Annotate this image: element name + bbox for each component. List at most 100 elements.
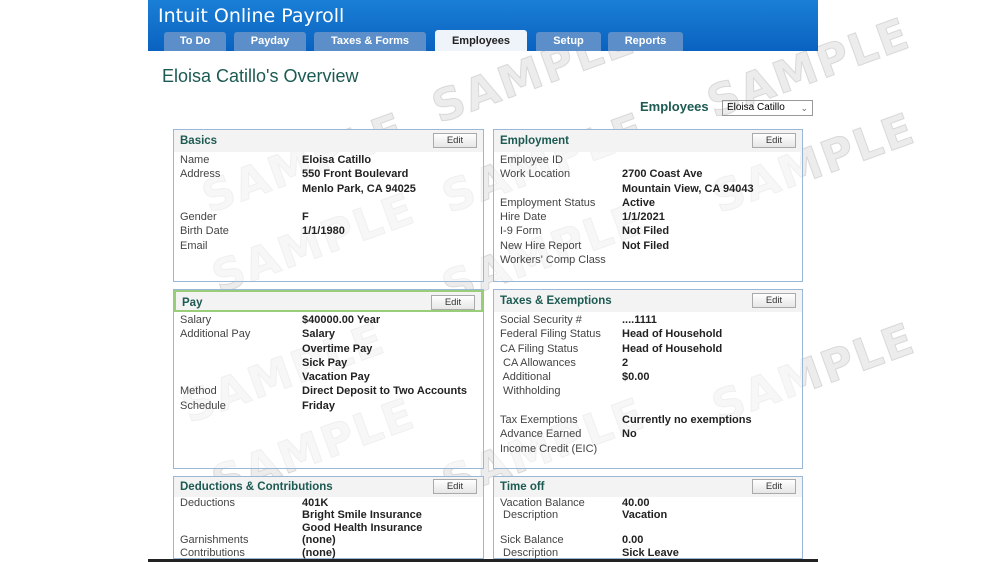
field-label xyxy=(180,182,302,196)
field-label: Schedule xyxy=(180,399,226,412)
field-value: Eloisa Catillo xyxy=(302,154,372,166)
field-label: Advance Earned xyxy=(500,428,582,441)
app-title: Intuit Online Payroll xyxy=(158,5,345,27)
edit-button[interactable]: Edit xyxy=(433,133,477,148)
panel-header: Deductions & Contributions Edit xyxy=(174,477,483,497)
field-label xyxy=(500,522,622,534)
field-label: Work Location xyxy=(500,168,571,181)
field-label xyxy=(180,196,302,210)
employee-select[interactable]: Eloisa Catillo ⌄ xyxy=(722,100,813,116)
field-label: CA Allowances xyxy=(500,356,576,369)
field-row: Gender F xyxy=(180,210,477,224)
field-label: Employment Status xyxy=(500,196,596,209)
field-label xyxy=(180,342,302,356)
field-row: CA Filing Status Head of Household xyxy=(500,342,796,356)
edit-button[interactable]: Edit xyxy=(752,293,796,308)
field-label xyxy=(180,509,302,521)
field-value: Menlo Park, CA 94025 xyxy=(302,182,416,195)
tab-taxes-forms[interactable]: Taxes & Forms xyxy=(314,32,426,51)
panel-employment: Employment Edit Employee ID Work Location 27… xyxy=(493,129,803,282)
field-row: Salary $40000.00 Year xyxy=(180,313,477,327)
field-value: Head of Household xyxy=(622,342,723,355)
field-label: CA Filing Status xyxy=(500,342,579,355)
tab-payday[interactable]: Payday xyxy=(234,32,306,51)
field-row: Additional Pay Salary xyxy=(180,327,477,341)
field-row: Federal Filing Status Head of Household xyxy=(500,327,796,341)
panel-pay: Pay Edit Salary $40000.00 Year Additional Pa… xyxy=(173,289,484,469)
field-row: Social Security # ....1111 xyxy=(500,313,796,327)
field-label: Federal Filing Status xyxy=(500,328,601,341)
page-title: Eloisa Catillo's Overview xyxy=(162,66,359,86)
field-value: Active xyxy=(622,196,656,209)
field-label: New Hire Report xyxy=(500,239,582,252)
field-label: Email xyxy=(180,239,208,252)
field-row: Employment Status Active xyxy=(500,196,796,210)
field-label: Deductions xyxy=(180,497,236,509)
field-row: Menlo Park, CA 94025 xyxy=(180,182,477,196)
panel-title: Pay xyxy=(182,297,203,309)
employees-label: Employees xyxy=(640,99,709,114)
field-value: 1/1/1980 xyxy=(302,225,345,238)
field-label: Gender xyxy=(180,211,217,224)
edit-button[interactable]: Edit xyxy=(431,295,475,310)
field-label: Description xyxy=(500,509,559,522)
field-value: 550 Front Boulevard xyxy=(302,168,409,181)
field-row: Income Credit (EIC) xyxy=(500,442,796,456)
field-label: Employee ID xyxy=(500,154,563,166)
field-label: Workers' Comp Class xyxy=(500,254,606,267)
edit-button[interactable]: Edit xyxy=(433,479,477,494)
field-value: Vacation Pay xyxy=(302,371,370,384)
field-row: Vacation Balance 40.00 xyxy=(500,497,796,509)
field-row: Advance Earned No xyxy=(500,427,796,441)
field-value: Bright Smile Insurance xyxy=(302,509,422,522)
field-row: Address 550 Front Boulevard xyxy=(180,167,477,181)
field-row: Work Location 2700 Coast Ave xyxy=(500,167,796,181)
field-label: Vacation Balance xyxy=(500,497,585,509)
field-row: Additional $0.00 xyxy=(500,370,796,384)
field-label: Description xyxy=(500,546,559,559)
field-label: Additional Pay xyxy=(180,328,251,341)
panel-title: Taxes & Exemptions xyxy=(500,295,612,307)
panel-header: Time off Edit xyxy=(494,477,802,497)
field-label: Income Credit (EIC) xyxy=(500,442,598,455)
field-row: Sick Pay xyxy=(180,356,477,370)
tab-employees[interactable]: Employees xyxy=(435,30,527,51)
field-value: Mountain View, CA 94043 xyxy=(622,182,754,195)
field-value: Not Filed xyxy=(622,225,670,238)
field-value: 401K xyxy=(302,497,329,509)
field-row: Contributions (none) xyxy=(180,547,477,559)
employee-select-value: Eloisa Catillo xyxy=(727,102,785,113)
field-label: Name xyxy=(180,154,210,166)
edit-button[interactable]: Edit xyxy=(752,133,796,148)
field-row: Sick Balance 0.00 xyxy=(500,534,796,546)
tab-setup[interactable]: Setup xyxy=(536,32,601,51)
field-value: (none) xyxy=(302,534,336,547)
panel-basics: Basics Edit Name Eloisa Catillo Address 550 F… xyxy=(173,129,484,282)
panel-title: Deductions & Contributions xyxy=(180,481,333,493)
field-value: Good Health Insurance xyxy=(302,521,423,534)
field-value: ....1111 xyxy=(622,314,657,326)
panel-title: Time off xyxy=(500,481,545,493)
edit-button[interactable]: Edit xyxy=(752,479,796,494)
field-value: Vacation xyxy=(622,509,668,522)
field-label xyxy=(180,522,302,534)
field-value: 40.00 xyxy=(622,497,650,509)
field-label: Method xyxy=(180,385,217,398)
panel-header: Employment Edit xyxy=(494,130,802,152)
field-row: Name Eloisa Catillo xyxy=(180,153,477,167)
field-row: Garnishments (none) xyxy=(180,534,477,546)
field-label: Tax Exemptions xyxy=(500,414,578,427)
panel-time-off: Time off Edit Vacation Balance 40.00 Descri… xyxy=(493,476,803,559)
field-row: I-9 Form Not Filed xyxy=(500,224,796,238)
field-row: Hire Date 1/1/2021 xyxy=(500,210,796,224)
field-value: (none) xyxy=(302,546,336,559)
field-row: New Hire Report Not Filed xyxy=(500,239,796,253)
field-label: Social Security # xyxy=(500,314,582,326)
tab-reports[interactable]: Reports xyxy=(608,32,683,51)
field-label: Birth Date xyxy=(180,225,229,238)
field-row xyxy=(500,522,796,534)
panel-header: Pay Edit xyxy=(174,290,483,312)
field-row: CA Allowances 2 xyxy=(500,356,796,370)
field-value: Head of Household xyxy=(622,328,723,341)
tab-to-do[interactable]: To Do xyxy=(164,32,226,51)
